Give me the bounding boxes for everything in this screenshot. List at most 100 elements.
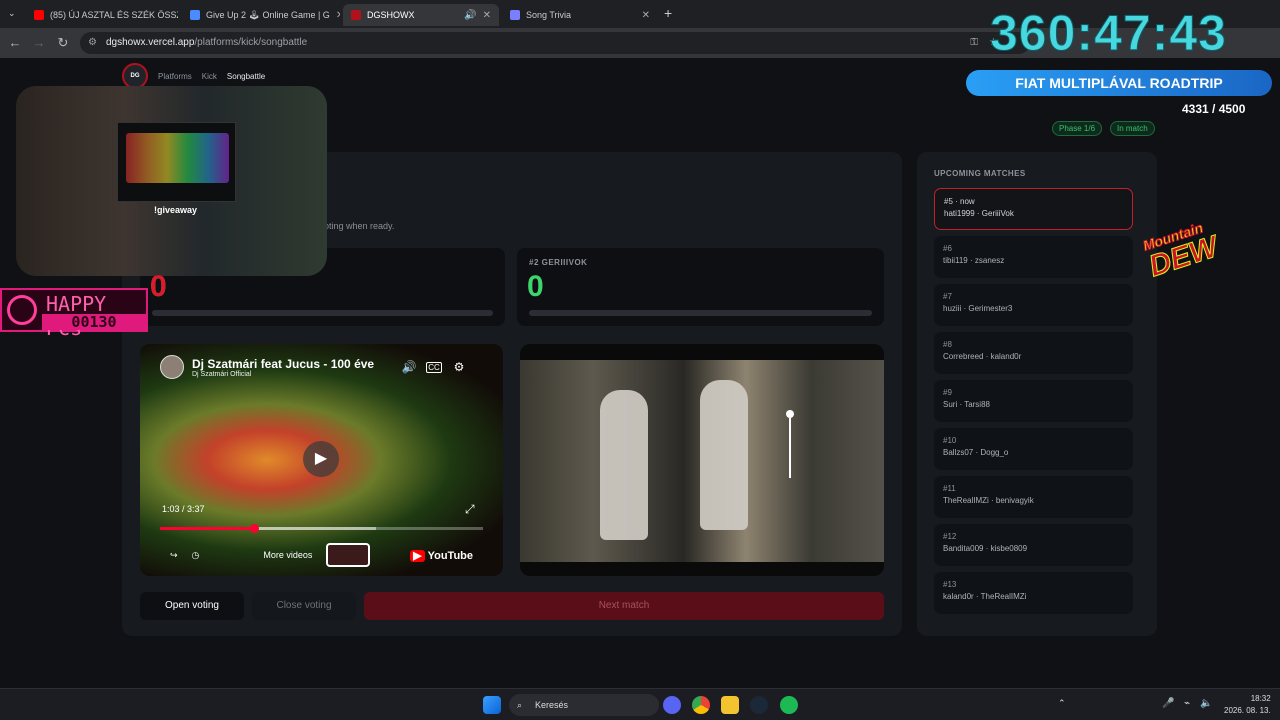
steam-icon[interactable] bbox=[750, 696, 768, 714]
video-figure bbox=[600, 390, 648, 540]
settings-gear-icon[interactable]: ⚙ bbox=[450, 360, 468, 374]
player-score: 0 bbox=[527, 270, 544, 303]
match-number: #9 bbox=[943, 388, 952, 397]
video-title[interactable]: Dj Szatmári feat Jucus - 100 éve bbox=[192, 357, 392, 371]
match-status-badge: In match bbox=[1110, 121, 1155, 136]
match-item[interactable]: #10 Ballzs07 · Dogg_o bbox=[934, 428, 1133, 470]
video-progress[interactable] bbox=[160, 524, 483, 533]
match-item[interactable]: #12 Bandita009 · kisbe0809 bbox=[934, 524, 1133, 566]
video-player-right[interactable] bbox=[520, 344, 884, 576]
tab-youtube[interactable]: (85) ÚJ ASZTAL ÉS SZÉK ÖSSZER ✕ bbox=[26, 4, 178, 26]
match-players: Ballzs07 · Dogg_o bbox=[943, 448, 1009, 457]
close-icon[interactable]: ✕ bbox=[483, 10, 491, 21]
channel-avatar[interactable] bbox=[160, 355, 184, 379]
play-button[interactable]: ▶ bbox=[303, 441, 339, 477]
close-icon[interactable]: ✕ bbox=[642, 10, 650, 21]
search-icon: ⌕ bbox=[517, 700, 523, 710]
clock-time: 18:32 bbox=[1250, 694, 1271, 703]
scrubber-knob[interactable] bbox=[249, 524, 259, 533]
score-card-player-2: #2 GERIIIVOK 0 bbox=[517, 248, 884, 326]
youtube-play-icon: ▶ bbox=[410, 549, 425, 562]
taskbar-search[interactable]: ⌕ Keresés bbox=[509, 694, 659, 716]
tab-song-trivia[interactable]: Song Trivia ✕ bbox=[502, 4, 658, 26]
volume-slider-knob[interactable] bbox=[786, 410, 794, 418]
match-item[interactable]: #6 tibii119 · zsanesz bbox=[934, 236, 1133, 278]
tab-label: (85) ÚJ ASZTAL ÉS SZÉK ÖSSZER bbox=[50, 10, 178, 20]
match-players: Bandita009 · kisbe0809 bbox=[943, 544, 1028, 553]
next-match-button[interactable]: Next match bbox=[364, 592, 884, 620]
match-item[interactable]: #11 TheRealIMZi · benivagyik bbox=[934, 476, 1133, 518]
match-item[interactable]: #7 huziii · Gerimester3 bbox=[934, 284, 1133, 326]
network-icon[interactable]: ⌁ bbox=[1184, 698, 1190, 709]
file-explorer-icon[interactable] bbox=[721, 696, 739, 714]
system-clock[interactable]: 18:32 2026. 08. 13. bbox=[1224, 693, 1271, 717]
match-players: Correbreed · kaland0r bbox=[943, 352, 1022, 361]
site-info-icon[interactable]: ⚙ bbox=[88, 32, 97, 54]
phase-badge: Phase 1/6 bbox=[1052, 121, 1103, 136]
more-videos-label[interactable]: More videos bbox=[263, 550, 312, 560]
match-number: #10 bbox=[943, 436, 957, 445]
tab-label: Song Trivia bbox=[526, 10, 572, 20]
youtube-favicon-icon bbox=[34, 10, 44, 20]
chrome-icon[interactable] bbox=[692, 696, 710, 714]
tab-label: Give Up 2 🕹 Online Game | G bbox=[206, 9, 330, 20]
match-item[interactable]: #13 kaland0r · TheRealIMZi bbox=[934, 572, 1133, 614]
back-arrow-icon[interactable]: ← bbox=[6, 34, 24, 52]
match-players: kaland0r · TheRealIMZi bbox=[943, 592, 1027, 601]
tab-give-up[interactable]: Give Up 2 🕹 Online Game | G ✕ bbox=[182, 4, 340, 26]
video-control-row: ↪ ◷ More videos ▶ YouTube bbox=[170, 543, 473, 567]
reload-icon[interactable]: ↻ bbox=[54, 34, 72, 52]
speaker-icon[interactable]: 🔊 bbox=[464, 10, 476, 21]
forward-arrow-icon[interactable]: → bbox=[30, 34, 48, 52]
subathon-timer: 360:47:43 bbox=[990, 5, 1227, 62]
tray-chevron-icon[interactable]: ⌃ bbox=[1058, 698, 1066, 709]
match-item[interactable]: #5 · now hati1999 · GeriiiVok bbox=[934, 188, 1133, 230]
channel-name[interactable]: Dj Szatmári Official bbox=[192, 371, 392, 378]
search-label: Keresés bbox=[535, 700, 569, 710]
keyboard-image bbox=[126, 133, 229, 183]
dgshowx-favicon-icon bbox=[351, 10, 361, 20]
spotify-icon[interactable] bbox=[780, 696, 798, 714]
url-path: /platforms/kick/songbattle bbox=[194, 37, 308, 48]
password-key-icon[interactable]: ⚿ bbox=[970, 32, 978, 54]
match-number: #5 · now bbox=[944, 197, 975, 206]
goal-progress: 4331 / 4500 bbox=[1182, 102, 1246, 116]
more-videos-thumbnail[interactable] bbox=[326, 543, 371, 567]
breadcrumb-platforms[interactable]: Platforms bbox=[158, 72, 192, 81]
match-number: #13 bbox=[943, 580, 957, 589]
url-field[interactable]: ⚙ dgshowx.vercel.app/platforms/kick/song… bbox=[80, 32, 1030, 54]
match-number: #11 bbox=[943, 484, 956, 493]
player-label: #2 GERIIIVOK bbox=[529, 258, 588, 267]
match-item[interactable]: #9 Suri · Tarsi88 bbox=[934, 380, 1133, 422]
youtube-player-left[interactable]: Dj Szatmári feat Jucus - 100 éve Dj Szat… bbox=[140, 344, 503, 576]
trivia-favicon-icon bbox=[510, 10, 520, 20]
fullscreen-icon[interactable]: ⤢ bbox=[465, 502, 475, 517]
volume-icon[interactable]: 🔈 bbox=[1200, 698, 1212, 709]
tab-dgshowx[interactable]: DGSHOWX 🔊 ✕ bbox=[343, 4, 499, 26]
giveaway-keyboard-image: !giveaway bbox=[117, 122, 236, 215]
close-voting-button[interactable]: Close voting bbox=[252, 592, 356, 620]
discord-icon[interactable] bbox=[663, 696, 681, 714]
match-number: #6 bbox=[943, 244, 952, 253]
tab-label: DGSHOWX bbox=[367, 10, 415, 20]
voting-hint: oting when ready. bbox=[324, 221, 395, 231]
watch-later-clock-icon[interactable]: ◷ bbox=[192, 550, 200, 561]
microphone-icon[interactable]: 🎤 bbox=[1162, 698, 1174, 709]
match-players: tibii119 · zsanesz bbox=[943, 256, 1005, 265]
breadcrumb-songbattle[interactable]: Songbattle bbox=[227, 72, 265, 81]
volume-slider-track[interactable] bbox=[789, 418, 791, 478]
volume-icon[interactable]: 🔊 bbox=[400, 360, 418, 374]
open-voting-button[interactable]: Open voting bbox=[140, 592, 244, 620]
game-favicon-icon bbox=[190, 10, 200, 20]
captions-icon[interactable]: CC bbox=[426, 361, 442, 373]
tab-list-chevron-icon[interactable]: ⌄ bbox=[8, 8, 16, 19]
windows-start-icon[interactable] bbox=[483, 696, 501, 714]
share-icon[interactable]: ↪ bbox=[170, 550, 178, 561]
match-item[interactable]: #8 Correbreed · kaland0r bbox=[934, 332, 1133, 374]
breadcrumb-kick[interactable]: Kick bbox=[202, 72, 217, 81]
new-tab-plus-icon[interactable]: + bbox=[664, 5, 672, 21]
video-title-block: Dj Szatmári feat Jucus - 100 éve Dj Szat… bbox=[192, 357, 392, 378]
youtube-logo[interactable]: ▶ YouTube bbox=[410, 549, 473, 562]
match-players: TheRealIMZi · benivagyik bbox=[943, 496, 1034, 505]
close-icon[interactable]: ✕ bbox=[336, 10, 340, 21]
